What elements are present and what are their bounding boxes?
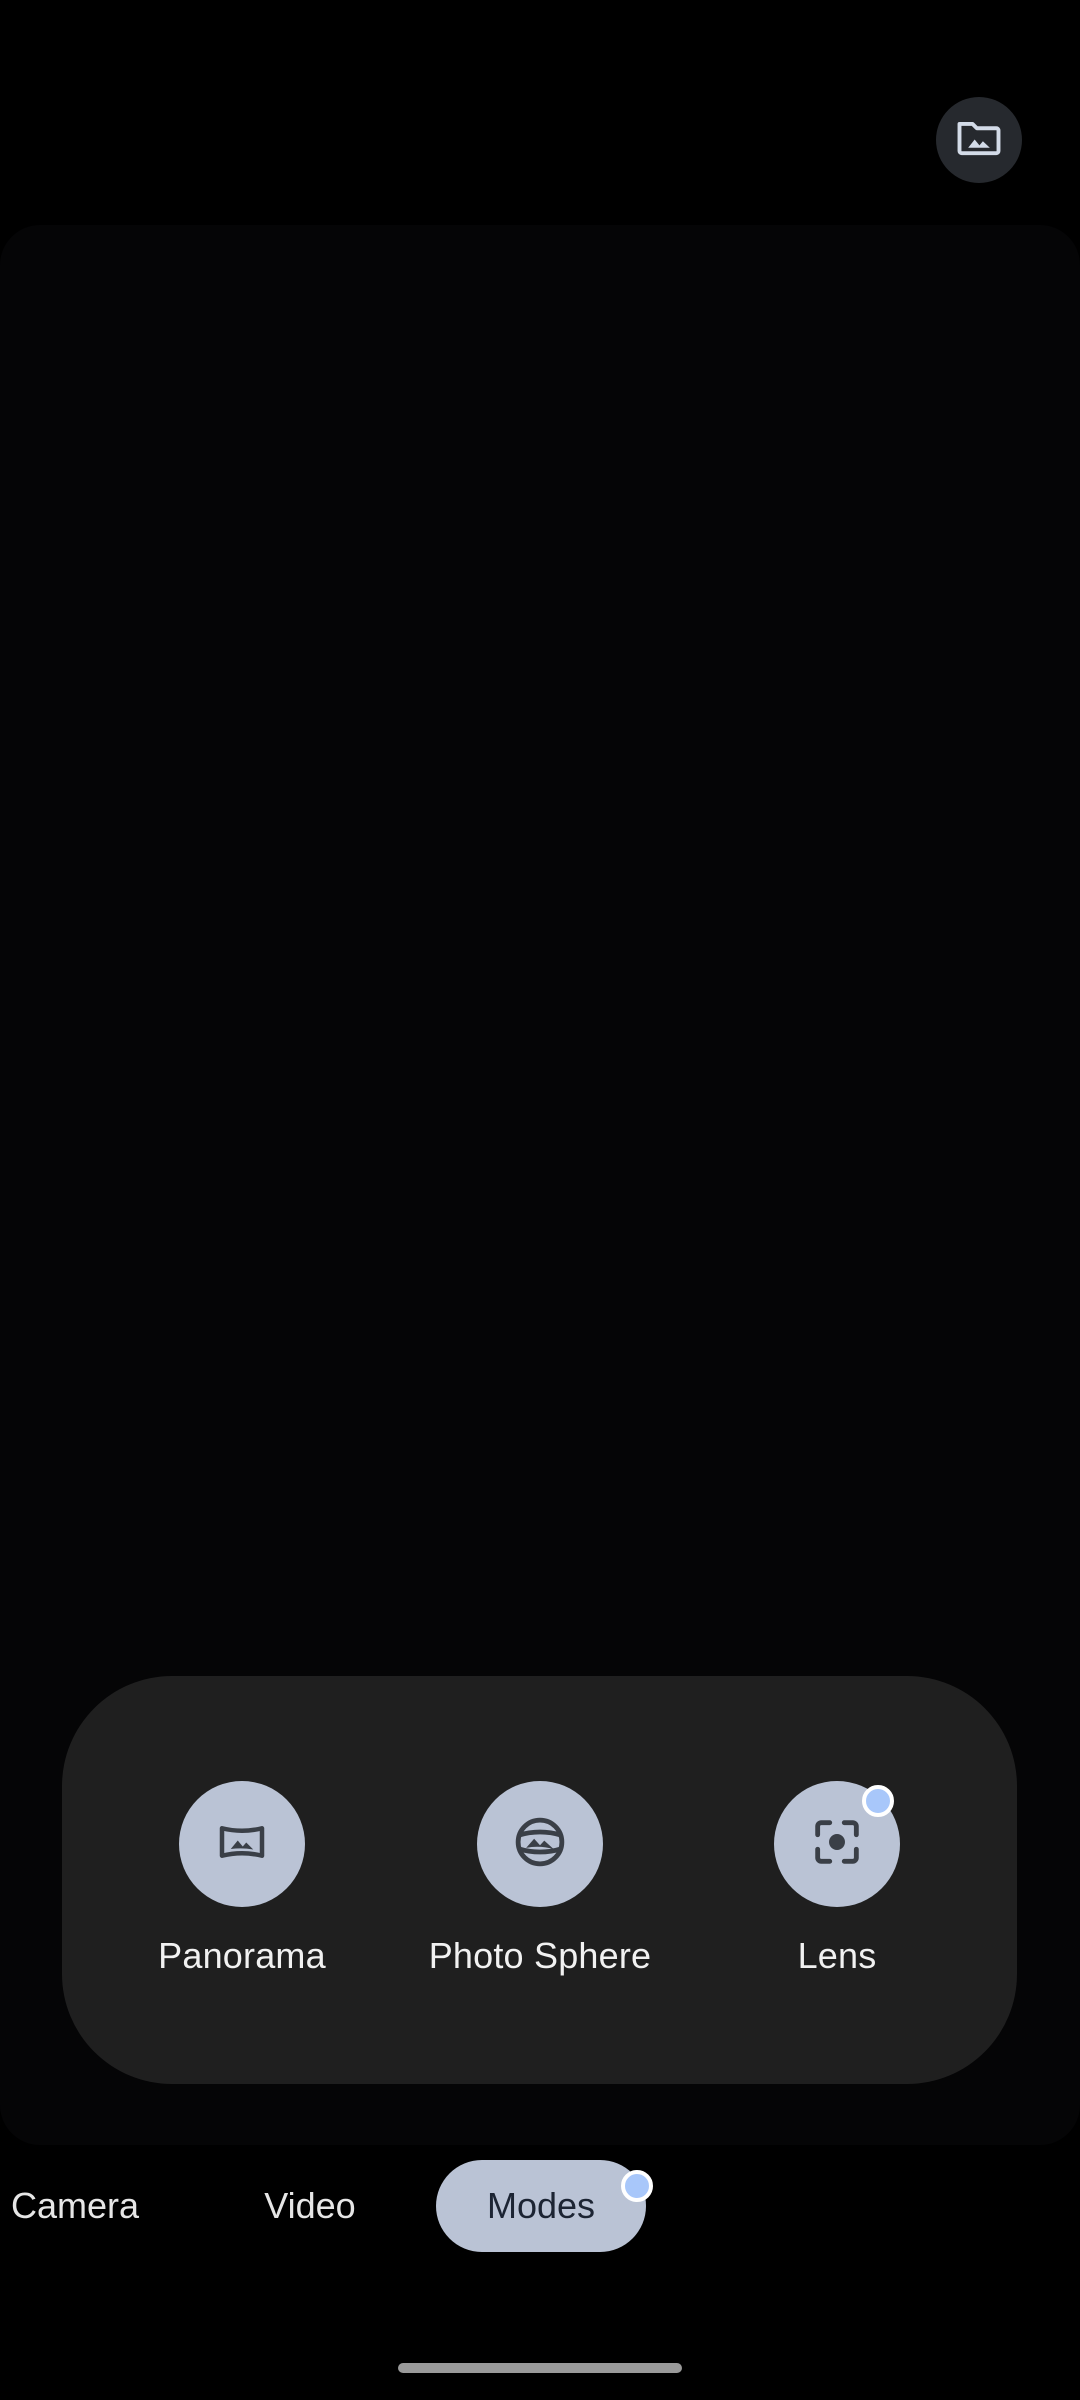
gallery-button[interactable] bbox=[936, 97, 1022, 183]
mode-photo-sphere-button[interactable] bbox=[477, 1781, 603, 1907]
mode-label: Panorama bbox=[158, 1935, 326, 1976]
home-indicator[interactable] bbox=[398, 2363, 682, 2373]
modes-panel: Panorama Photo Sphere Lens bbox=[62, 1676, 1017, 2084]
tab-label: Camera bbox=[10, 2185, 140, 2226]
mode-panorama-button[interactable] bbox=[179, 1781, 305, 1907]
mode-label: Lens bbox=[797, 1935, 877, 1976]
lens-icon bbox=[808, 1813, 866, 1876]
camera-screen: Panorama Photo Sphere Lens Camera Video … bbox=[0, 0, 1080, 2400]
mode-panorama[interactable]: Panorama bbox=[102, 1781, 382, 1977]
new-feature-dot bbox=[621, 2170, 653, 2202]
tab-modes[interactable]: Modes bbox=[436, 2160, 646, 2252]
tab-camera[interactable]: Camera bbox=[0, 2160, 150, 2252]
gallery-folder-icon bbox=[953, 112, 1005, 169]
mode-photo-sphere[interactable]: Photo Sphere bbox=[400, 1781, 680, 1977]
tab-label: Modes bbox=[486, 2185, 596, 2226]
tab-video[interactable]: Video bbox=[245, 2160, 375, 2252]
mode-tabbar: Camera Video Modes bbox=[0, 2160, 1080, 2256]
panorama-icon bbox=[212, 1812, 272, 1877]
mode-lens[interactable]: Lens bbox=[697, 1781, 977, 1977]
photo-sphere-icon bbox=[508, 1810, 572, 1879]
mode-lens-button[interactable] bbox=[774, 1781, 900, 1907]
new-feature-dot bbox=[862, 1785, 894, 1817]
mode-label: Photo Sphere bbox=[428, 1935, 652, 1976]
tab-label: Video bbox=[264, 2185, 356, 2226]
